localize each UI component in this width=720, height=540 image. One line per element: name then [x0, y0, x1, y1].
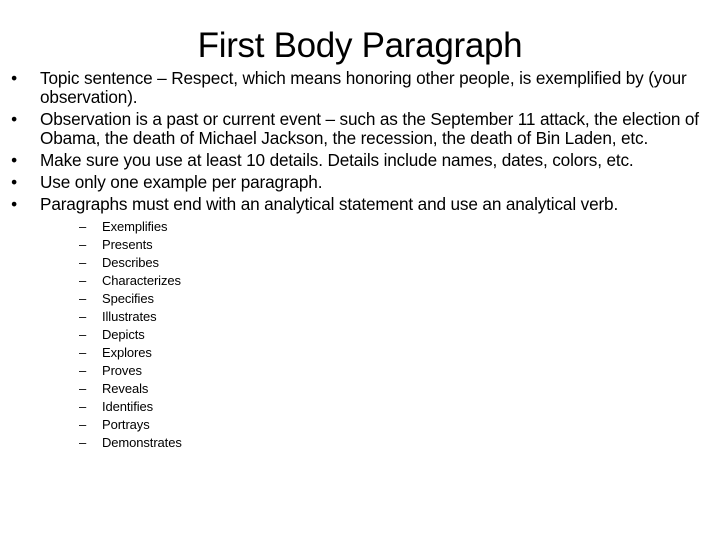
bullet-icon: •: [11, 109, 17, 129]
verb-item: – Explores: [40, 344, 700, 362]
verb-text: Illustrates: [102, 309, 157, 324]
bullet-icon: •: [11, 194, 17, 214]
verb-list: – Exemplifies – Presents – Describes – Chara…: [40, 218, 700, 452]
bullet-text: Topic sentence – Respect, which means ho…: [40, 68, 687, 107]
verb-text: Presents: [102, 237, 153, 252]
verb-item: – Proves: [40, 362, 700, 380]
verb-item: – Illustrates: [40, 308, 700, 326]
verb-item: – Reveals: [40, 380, 700, 398]
bullet-icon: •: [11, 172, 17, 192]
verb-text: Describes: [102, 255, 159, 270]
verb-text: Explores: [102, 345, 152, 360]
bullet-text: Observation is a past or current event –…: [40, 109, 699, 148]
bullet-item-one-example: • Use only one example per paragraph.: [0, 173, 720, 192]
verb-text: Demonstrates: [102, 435, 182, 450]
verb-text: Characterizes: [102, 273, 181, 288]
dash-icon: –: [79, 399, 87, 414]
dash-icon: –: [79, 309, 87, 324]
bullet-text: Make sure you use at least 10 details. D…: [40, 150, 634, 170]
verb-text: Depicts: [102, 327, 145, 342]
verb-text: Identifies: [102, 399, 154, 414]
bullet-icon: •: [11, 150, 17, 170]
bullet-text: Use only one example per paragraph.: [40, 172, 323, 192]
dash-icon: –: [79, 255, 87, 270]
slide-title: First Body Paragraph: [197, 26, 523, 65]
verb-text: Exemplifies: [102, 219, 168, 234]
bullet-item-details: • Make sure you use at least 10 details.…: [0, 151, 720, 170]
dash-icon: –: [79, 345, 87, 360]
verb-item: – Demonstrates: [40, 434, 700, 452]
dash-icon: –: [79, 363, 87, 378]
verb-text: Proves: [102, 363, 142, 378]
dash-icon: –: [79, 381, 87, 396]
dash-icon: –: [79, 219, 87, 234]
verb-item: – Specifies: [40, 290, 700, 308]
dash-icon: –: [79, 435, 87, 450]
verb-text: Specifies: [102, 291, 154, 306]
bullet-text: Paragraphs must end with an analytical s…: [40, 194, 619, 214]
verb-text: Reveals: [102, 381, 149, 396]
dash-icon: –: [79, 291, 87, 306]
verb-item: – Portrays: [40, 416, 700, 434]
verb-text: Portrays: [102, 417, 150, 432]
verb-item: – Characterizes: [40, 272, 700, 290]
verb-item: – Depicts: [40, 326, 700, 344]
bullet-item-observation: • Observation is a past or current event…: [0, 110, 720, 148]
dash-icon: –: [79, 327, 87, 342]
dash-icon: –: [79, 417, 87, 432]
dash-icon: –: [79, 237, 87, 252]
verb-item: – Presents: [40, 236, 700, 254]
bullet-item-topic-sentence: • Topic sentence – Respect, which means …: [0, 69, 720, 107]
dash-icon: –: [79, 273, 87, 288]
verb-item: – Describes: [40, 254, 700, 272]
verb-item: – Exemplifies: [40, 218, 700, 236]
bullet-icon: •: [11, 68, 17, 88]
verb-item: – Identifies: [40, 398, 700, 416]
bullet-list: • Topic sentence – Respect, which means …: [0, 69, 720, 455]
bullet-item-analytical-verb: • Paragraphs must end with an analytical…: [0, 195, 720, 452]
